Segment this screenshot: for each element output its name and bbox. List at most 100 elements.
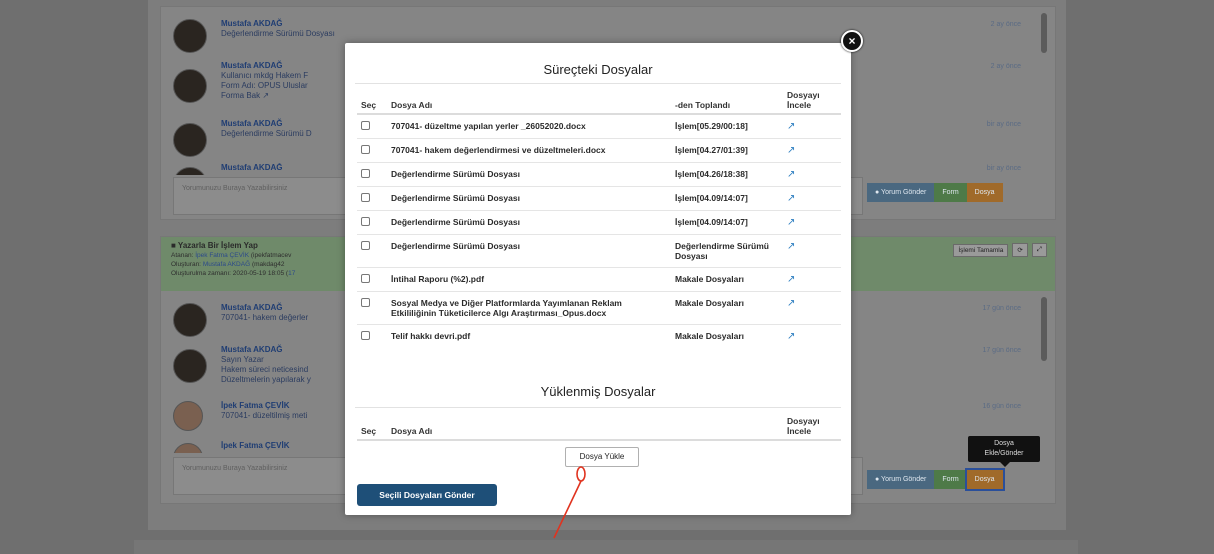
form-button[interactable]: Form — [934, 183, 967, 202]
file-name: Değerlendirme Sürümü Dosyası — [387, 162, 671, 187]
file-name: 707041- düzeltme yapılan yerler _2605202… — [387, 113, 671, 139]
view-cell: ↗ — [783, 162, 841, 187]
table-row: Telif hakkı devri.pdf Makale Dosyaları ↗ — [357, 324, 841, 348]
external-link-icon[interactable]: ↗ — [787, 299, 795, 309]
expand-icon[interactable]: ⤢ — [1031, 243, 1047, 257]
process-files-table: Seç Dosya Adı -den Toplandı Dosyayı İncel… — [357, 87, 841, 348]
view-cell: ↗ — [783, 138, 841, 163]
select-cell — [357, 291, 387, 325]
assigned-user[interactable]: İpek Fatma ÇEVİK — [195, 252, 249, 259]
avatar — [173, 303, 207, 337]
author-name[interactable]: Mustafa AKDAĞ — [221, 345, 311, 355]
external-link-icon[interactable]: ↗ — [787, 194, 795, 204]
author-name[interactable]: Mustafa AKDAĞ — [221, 163, 282, 173]
refresh-icon[interactable]: ⟳ — [1012, 243, 1028, 257]
action-button-group: ● Yorum Gönder Form Dosya — [867, 468, 1005, 491]
file-button[interactable]: Dosya — [966, 183, 1003, 202]
table-row: Değerlendirme Sürümü Dosyası İşlem[04.26… — [357, 162, 841, 187]
select-cell — [357, 162, 387, 187]
timestamp: 17 gün önce — [982, 305, 1021, 312]
external-link-icon[interactable]: ↗ — [787, 275, 795, 285]
file-source: İşlem[04.26/18:38] — [671, 162, 783, 187]
assigned-username: (ipekfatmacev — [250, 252, 292, 259]
created-label: Oluşturulma zamanı: 2020-05-19 18:05 ( — [171, 270, 289, 277]
file-source: İşlem[04.27/01:39] — [671, 138, 783, 163]
file-source: Değerlendirme Sürümü Dosyası — [671, 234, 783, 268]
avatar — [173, 69, 207, 103]
select-cell — [357, 138, 387, 163]
file-name: Değerlendirme Sürümü Dosyası — [387, 186, 671, 211]
external-link-icon[interactable]: ↗ — [787, 170, 795, 180]
send-selected-files-button[interactable]: Seçili Dosyaları Gönder — [357, 484, 497, 506]
file-source: Makale Dosyaları — [671, 291, 783, 325]
file-source: İşlem[05.29/00:18] — [671, 113, 783, 139]
scrollbar[interactable] — [1041, 13, 1047, 53]
file-checkbox[interactable] — [361, 274, 370, 283]
author-name[interactable]: İpek Fatma ÇEVİK — [221, 401, 307, 411]
file-checkbox[interactable] — [361, 145, 370, 154]
select-cell — [357, 186, 387, 211]
timestamp: 16 gün önce — [982, 403, 1021, 410]
file-source: İşlem[04.09/14:07] — [671, 186, 783, 211]
column-header-select: Seç — [357, 87, 387, 115]
external-link-icon[interactable]: ↗ — [787, 146, 795, 156]
comment-send-button[interactable]: ● Yorum Gönder — [867, 183, 935, 202]
file-name: Sosyal Medya ve Diğer Platformlarda Yayı… — [387, 291, 671, 325]
author-name[interactable]: Mustafa AKDAĞ — [221, 61, 308, 71]
creator-user[interactable]: Mustafa AKDAĞ — [203, 261, 250, 268]
external-link-icon[interactable]: ↗ — [787, 242, 795, 252]
file-checkbox[interactable] — [361, 241, 370, 250]
view-cell: ↗ — [783, 267, 841, 292]
table-row: Sosyal Medya ve Diğer Platformlarda Yayı… — [357, 291, 841, 325]
upload-file-button[interactable]: Dosya Yükle — [565, 447, 639, 467]
message-text: Kullanıcı mkdg Hakem F — [221, 71, 309, 80]
table-row: İntihal Raporu (%2).pdf Makale Dosyaları… — [357, 267, 841, 292]
page-footer-strip — [134, 540, 1078, 554]
select-cell — [357, 267, 387, 292]
scrollbar[interactable] — [1041, 297, 1047, 361]
file-source: İşlem[04.09/14:07] — [671, 210, 783, 235]
file-checkbox[interactable] — [361, 298, 370, 307]
avatar — [173, 401, 203, 431]
external-link-icon[interactable]: ↗ — [787, 332, 795, 342]
select-cell — [357, 324, 387, 348]
author-name[interactable]: Mustafa AKDAĞ — [221, 19, 335, 29]
view-cell: ↗ — [783, 234, 841, 268]
file-checkbox[interactable] — [361, 121, 370, 130]
external-link-icon[interactable]: ↗ — [787, 218, 795, 228]
timestamp: bir ay önce — [986, 121, 1021, 128]
message-text: Değerlendirme Sürümü D — [221, 129, 312, 138]
timestamp: 17 gün önce — [982, 347, 1021, 354]
file-checkbox[interactable] — [361, 169, 370, 178]
external-link-icon: ↗ — [262, 91, 270, 100]
comment-send-button[interactable]: ● Yorum Gönder — [867, 470, 935, 489]
file-checkbox[interactable] — [361, 193, 370, 202]
file-checkbox[interactable] — [361, 217, 370, 226]
column-header-view-line: İncele — [787, 100, 812, 110]
author-name[interactable]: Mustafa AKDAĞ — [221, 303, 308, 313]
modal-title: Süreçteki Dosyalar — [543, 62, 653, 77]
uploaded-files-title: Yüklenmiş Dosyalar — [540, 384, 656, 399]
complete-task-button[interactable]: İşlemi Tamamla — [953, 243, 1009, 257]
author-name[interactable]: Mustafa AKDAĞ — [221, 119, 312, 129]
file-name: Telif hakkı devri.pdf — [387, 324, 671, 348]
table-header-row: Seç Dosya Adı Dosyayı İncele — [357, 413, 841, 441]
column-header-select: Seç — [357, 413, 387, 441]
close-icon[interactable]: × — [841, 30, 863, 52]
file-button-tooltip: Dosya Ekle/Gönder — [968, 436, 1040, 467]
file-button[interactable]: Dosya — [964, 468, 1005, 491]
external-link-icon[interactable]: ↗ — [787, 122, 795, 132]
timestamp: 2 ay önce — [990, 21, 1021, 28]
file-checkbox[interactable] — [361, 331, 370, 340]
form-link[interactable]: Forma Bak ↗ — [221, 91, 308, 101]
message-text: Değerlendirme Sürümü Dosyası — [221, 29, 335, 38]
column-header-source: -den Toplandı — [671, 87, 783, 115]
creator-username: (makdag42 — [251, 261, 285, 268]
column-header-view-line: Dosyayı — [787, 90, 820, 100]
author-name[interactable]: İpek Fatma ÇEVİK — [221, 441, 289, 451]
view-cell: ↗ — [783, 324, 841, 348]
form-button[interactable]: Form — [934, 470, 967, 489]
column-header-view-line: Dosyayı — [787, 416, 820, 426]
column-header-name: Dosya Adı — [387, 87, 671, 115]
form-link-label[interactable]: Forma Bak — [221, 91, 260, 100]
